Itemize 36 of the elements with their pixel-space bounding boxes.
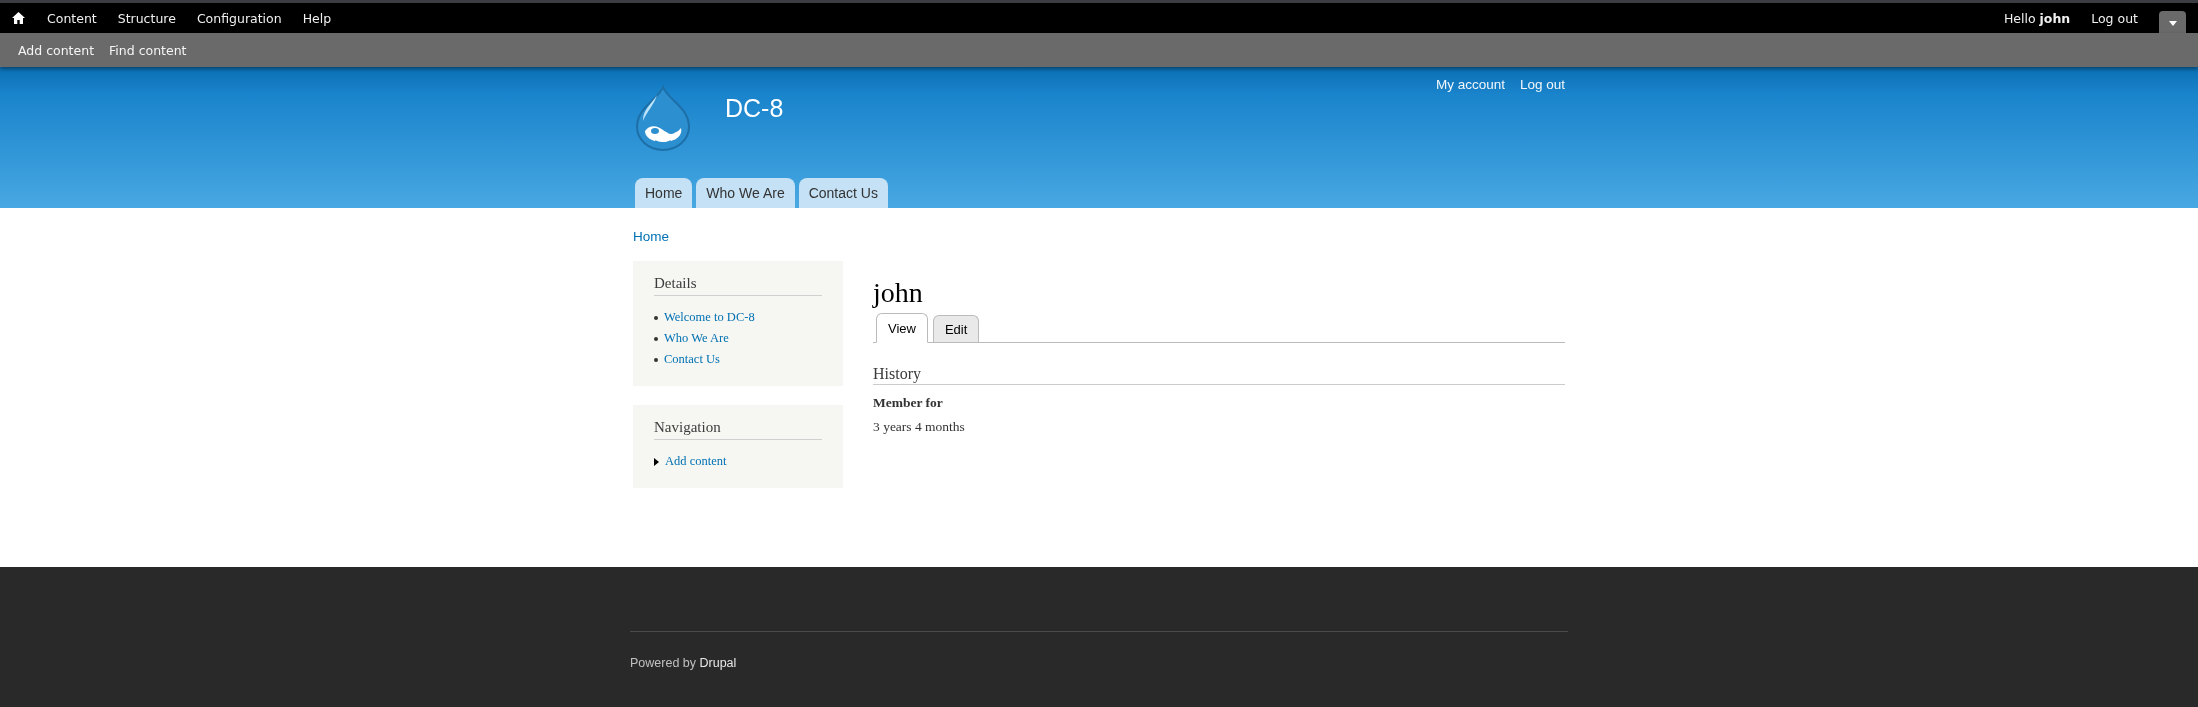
bullet-icon [654, 357, 658, 362]
sidebar-link[interactable]: Contact Us [664, 352, 720, 367]
page-title: john [873, 277, 924, 309]
sidebar-link[interactable]: Who We Are [664, 331, 729, 346]
site-name[interactable]: DC-8 [725, 94, 784, 123]
account-link[interactable]: My account [1435, 77, 1505, 92]
user-greeting: Hello john [2003, 10, 2071, 26]
caret-icon [2168, 21, 2177, 26]
triangle-icon [654, 457, 659, 466]
footer-text: Powered by Drupal [630, 656, 737, 670]
block-title: Details [654, 275, 822, 296]
toolbar-link[interactable]: Content [47, 10, 97, 26]
toolbar-link[interactable]: Configuration [196, 10, 282, 26]
sidebar-link[interactable]: Add content [665, 454, 727, 469]
toolbar-link[interactable]: Help [302, 10, 332, 26]
block-title: Navigation [654, 419, 822, 440]
logout-link[interactable]: Log out [2091, 10, 2138, 26]
bullet-icon [654, 336, 658, 341]
main-menu-tab[interactable]: Who We Are [696, 178, 795, 208]
bullet-icon [654, 315, 658, 320]
main-menu-tab[interactable]: Contact Us [798, 178, 888, 208]
home-icon[interactable] [12, 12, 25, 24]
page-tab[interactable]: Edit [932, 315, 980, 342]
section-heading: History [873, 365, 1565, 385]
drop-logo-icon[interactable] [633, 85, 693, 151]
field-value: 3 years 4 months [873, 419, 966, 435]
toolbar-link[interactable]: Structure [117, 10, 176, 26]
main-menu-tab[interactable]: Home [635, 178, 693, 208]
shortcut-link[interactable]: Add content [18, 42, 95, 58]
account-link[interactable]: Log out [1519, 77, 1565, 92]
shortcut-link[interactable]: Find content [109, 42, 187, 58]
field-label: Member for [873, 395, 944, 411]
sidebar-link[interactable]: Welcome to DC-8 [664, 310, 755, 325]
drupal-link[interactable]: Drupal [699, 656, 737, 670]
page-tab[interactable]: View [876, 313, 928, 343]
breadcrumb-link[interactable]: Home [633, 229, 669, 244]
